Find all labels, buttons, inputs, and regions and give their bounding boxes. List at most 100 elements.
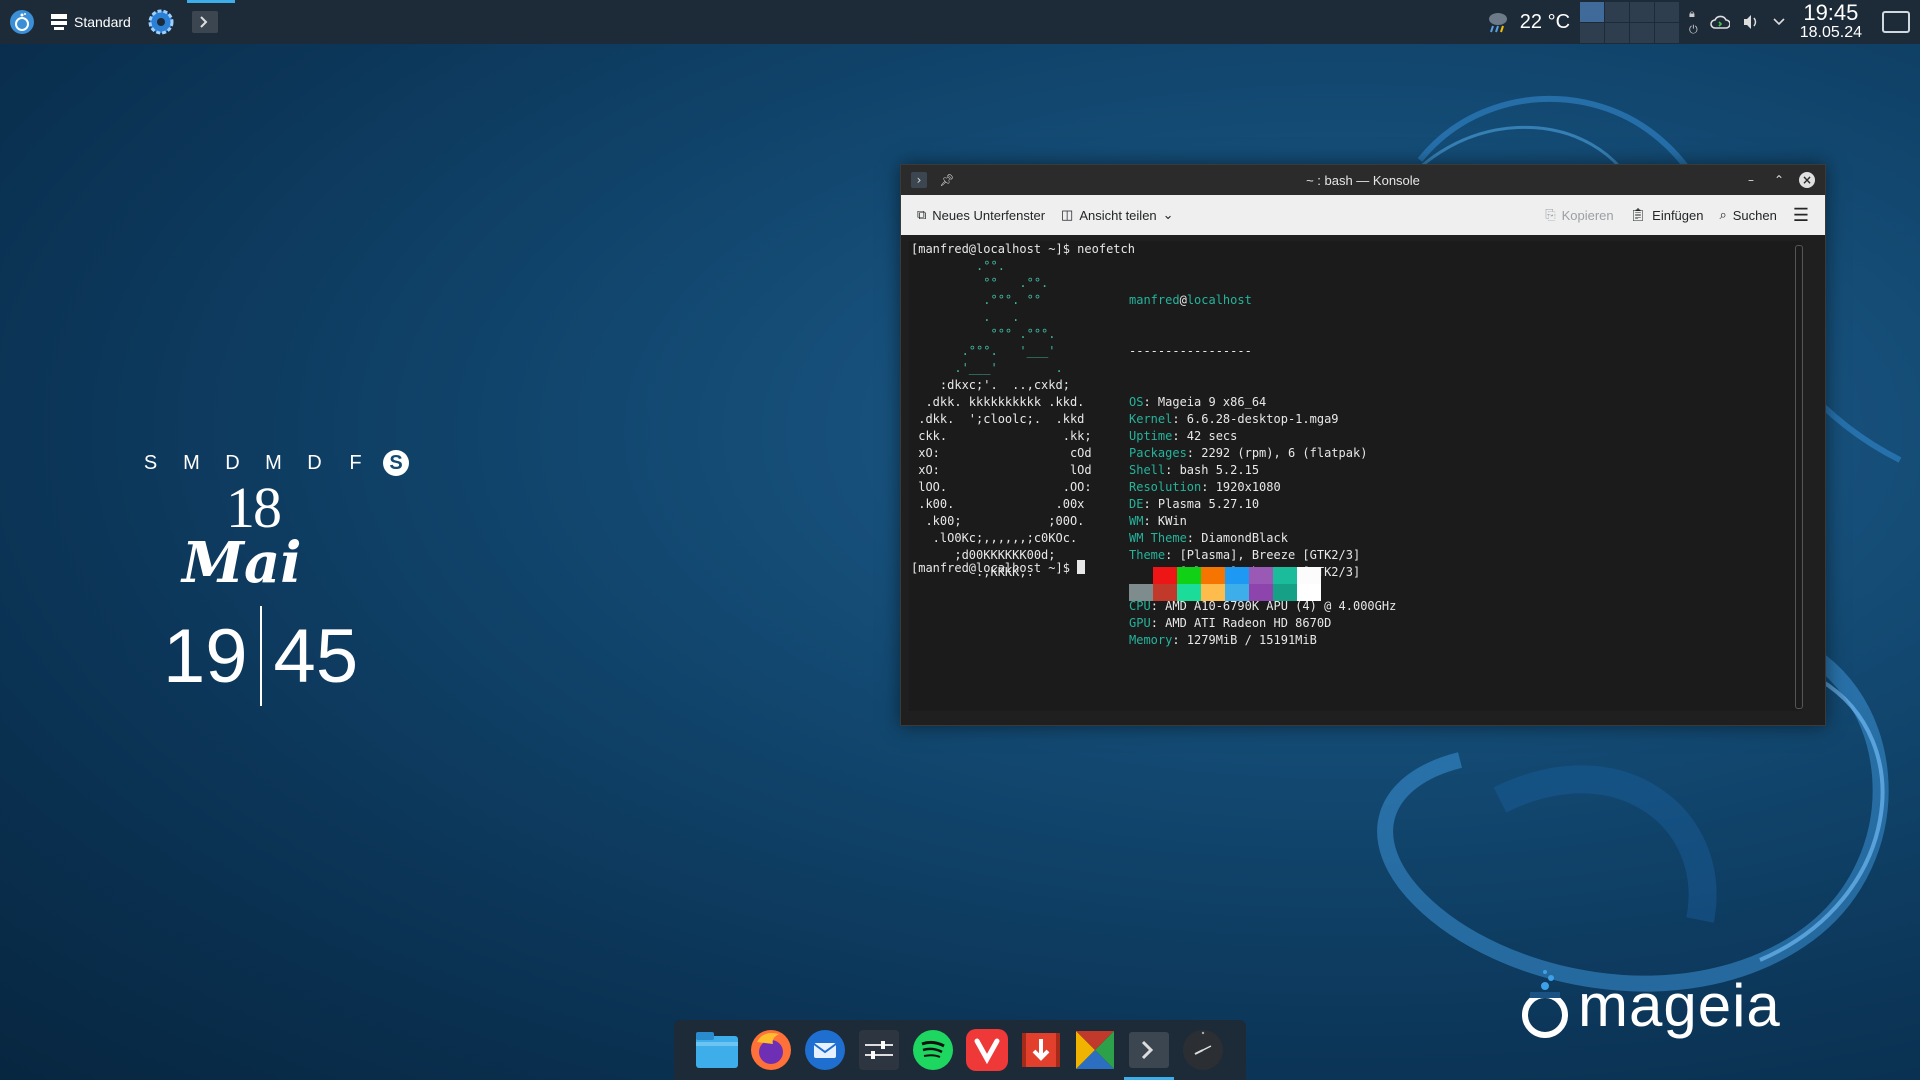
activity-label[interactable]: Standard xyxy=(74,14,131,30)
info-row: Resolution: 1920x1080 xyxy=(1129,479,1396,496)
color-swatch xyxy=(1225,584,1249,601)
color-swatch xyxy=(1273,584,1297,601)
ascii-line: . . xyxy=(911,310,1020,324)
info-value: : [Plasma], Breeze [GTK2/3] xyxy=(1165,548,1361,562)
pager-desktop-4[interactable] xyxy=(1655,1,1680,22)
window-title: ~ : bash — Konsole xyxy=(1306,172,1420,188)
split-view-icon: ◫ xyxy=(1061,207,1074,222)
close-icon[interactable]: × xyxy=(1799,172,1815,188)
panel-clock[interactable]: 19:45 18.05.24 xyxy=(1800,2,1862,42)
dock-video-downloader[interactable] xyxy=(1018,1027,1064,1073)
ascii-line: .dkk. kkkkkkkkkk .kkd. xyxy=(911,395,1085,409)
info-row: Kernel: 6.6.28-desktop-1.mga9 xyxy=(1129,411,1396,428)
panel-time: 19:45 xyxy=(1803,0,1859,25)
chevron-down-icon: ⌄ xyxy=(1162,207,1174,222)
konsole-taskbar-icon[interactable] xyxy=(183,0,235,44)
activity-switcher-icon[interactable] xyxy=(44,0,74,44)
vivaldi-icon xyxy=(966,1029,1008,1071)
dock-kleopatra[interactable] xyxy=(1072,1027,1118,1073)
dock-settings[interactable] xyxy=(856,1027,902,1073)
copy-button[interactable]: ⎘ Kopieren xyxy=(1537,200,1621,230)
maximize-icon[interactable]: ⌃ xyxy=(1771,172,1787,188)
terminal-prompt-line[interactable]: [manfred@localhost ~]$ xyxy=(911,560,1086,577)
pager-desktop-3[interactable] xyxy=(1630,1,1655,22)
info-value: : 42 secs xyxy=(1172,429,1238,443)
info-row: Memory: 1279MiB / 15191MiB xyxy=(1129,632,1396,649)
ascii-line: ckk. .kk; xyxy=(911,429,1092,443)
info-row: WM: KWin xyxy=(1129,513,1396,530)
mageia-cauldron-icon xyxy=(1522,970,1568,1038)
lock-icon[interactable]: 🔒︎ xyxy=(1689,7,1698,21)
dock-konsole[interactable] xyxy=(1124,1027,1174,1080)
minimize-icon[interactable]: – xyxy=(1743,172,1759,188)
info-key: Uptime xyxy=(1129,429,1173,443)
pager-desktop-6[interactable] xyxy=(1605,22,1630,43)
info-value: : 6.6.28-desktop-1.mga9 xyxy=(1172,412,1339,426)
terminal-cursor xyxy=(1077,560,1086,574)
dock-spotify[interactable] xyxy=(910,1027,956,1073)
dock-thunderbird[interactable] xyxy=(802,1027,848,1073)
search-label: Suchen xyxy=(1732,207,1777,223)
split-view-label: Ansicht teilen xyxy=(1079,207,1157,223)
video-downloader-icon xyxy=(1022,1033,1060,1067)
terminal-area[interactable]: [manfred@localhost ~]$ neofetch .°°. °° … xyxy=(909,241,1803,711)
neofetch-info: manfred@localhost ----------------- OS: … xyxy=(1129,258,1396,683)
pager-desktop-1[interactable] xyxy=(1580,1,1605,22)
ascii-line: °° .°°. xyxy=(911,276,1049,290)
color-swatch xyxy=(1153,584,1177,601)
thunderbird-icon xyxy=(805,1030,845,1070)
split-view-button[interactable]: ◫ Ansicht teilen ⌄ xyxy=(1053,200,1182,230)
desktop-clock: 19 45 xyxy=(163,606,358,706)
weather-widget[interactable]: 22 °C xyxy=(1486,10,1570,34)
power-icon[interactable]: ⏻ xyxy=(1689,23,1698,37)
info-value: : AMD A10-6790K APU (4) @ 4.000GHz xyxy=(1150,599,1397,613)
paste-icon: 📋︎ xyxy=(1629,207,1647,222)
pin-icon[interactable]: 📌︎ xyxy=(939,172,955,188)
color-swatch xyxy=(1297,567,1321,584)
info-value: : 1279MiB / 15191MiB xyxy=(1172,633,1317,647)
clock-separator xyxy=(259,606,262,706)
paste-button[interactable]: 📋︎ Einfügen xyxy=(1622,200,1712,230)
clock-minute: 45 xyxy=(273,613,359,699)
volume-icon[interactable] xyxy=(1742,14,1760,30)
ascii-line: xO: lOd xyxy=(911,463,1092,477)
folder-icon xyxy=(696,1032,738,1068)
settings-sliders-icon xyxy=(859,1030,899,1070)
hamburger-menu-icon[interactable]: ☰ xyxy=(1785,200,1817,230)
ascii-line: :dkxc;'. ..,cxkd; xyxy=(911,378,1070,392)
info-key: CPU xyxy=(1129,599,1151,613)
chevron-down-icon[interactable] xyxy=(1772,17,1786,27)
pager-desktop-7[interactable] xyxy=(1630,22,1655,43)
color-swatch xyxy=(1249,584,1273,601)
color-swatch xyxy=(1153,567,1177,584)
search-button[interactable]: ⌕ Suchen xyxy=(1711,200,1784,230)
system-settings-icon[interactable] xyxy=(139,0,183,44)
terminal-prompt: [manfred@localhost ~]$ xyxy=(911,561,1078,575)
dock-vivaldi[interactable] xyxy=(964,1027,1010,1073)
info-row: DE: Plasma 5.27.10 xyxy=(1129,496,1396,513)
info-row: GPU: AMD ATI Radeon HD 8670D xyxy=(1129,615,1396,632)
terminal-scrollbar[interactable] xyxy=(1795,245,1803,709)
weekday-today: S xyxy=(383,450,409,476)
info-key: Packages xyxy=(1129,446,1187,460)
color-swatch xyxy=(1201,584,1225,601)
new-tab-button[interactable]: ⧉ Neues Unterfenster xyxy=(909,200,1053,230)
window-menu-icon[interactable]: › xyxy=(911,172,927,188)
show-desktop-button[interactable] xyxy=(1882,11,1910,33)
color-swatches xyxy=(1129,567,1321,601)
pager-desktop-5[interactable] xyxy=(1580,22,1605,43)
info-key: GPU xyxy=(1129,616,1151,630)
virtual-desktop-pager[interactable] xyxy=(1580,1,1680,43)
dock-clock[interactable] xyxy=(1180,1027,1226,1073)
dock-files[interactable] xyxy=(694,1027,740,1073)
network-cloud-icon[interactable] xyxy=(1709,14,1730,30)
pager-desktop-2[interactable] xyxy=(1605,1,1630,22)
info-row: Uptime: 42 secs xyxy=(1129,428,1396,445)
pager-desktop-8[interactable] xyxy=(1655,22,1680,43)
mageia-logo-text: mageia xyxy=(1578,971,1781,1039)
application-launcher-icon[interactable] xyxy=(0,0,44,44)
info-row: WM Theme: DiamondBlack xyxy=(1129,530,1396,547)
window-titlebar[interactable]: › 📌︎ ~ : bash — Konsole – ⌃ × xyxy=(901,165,1825,195)
copy-label: Kopieren xyxy=(1561,207,1614,223)
dock-firefox[interactable] xyxy=(748,1027,794,1073)
